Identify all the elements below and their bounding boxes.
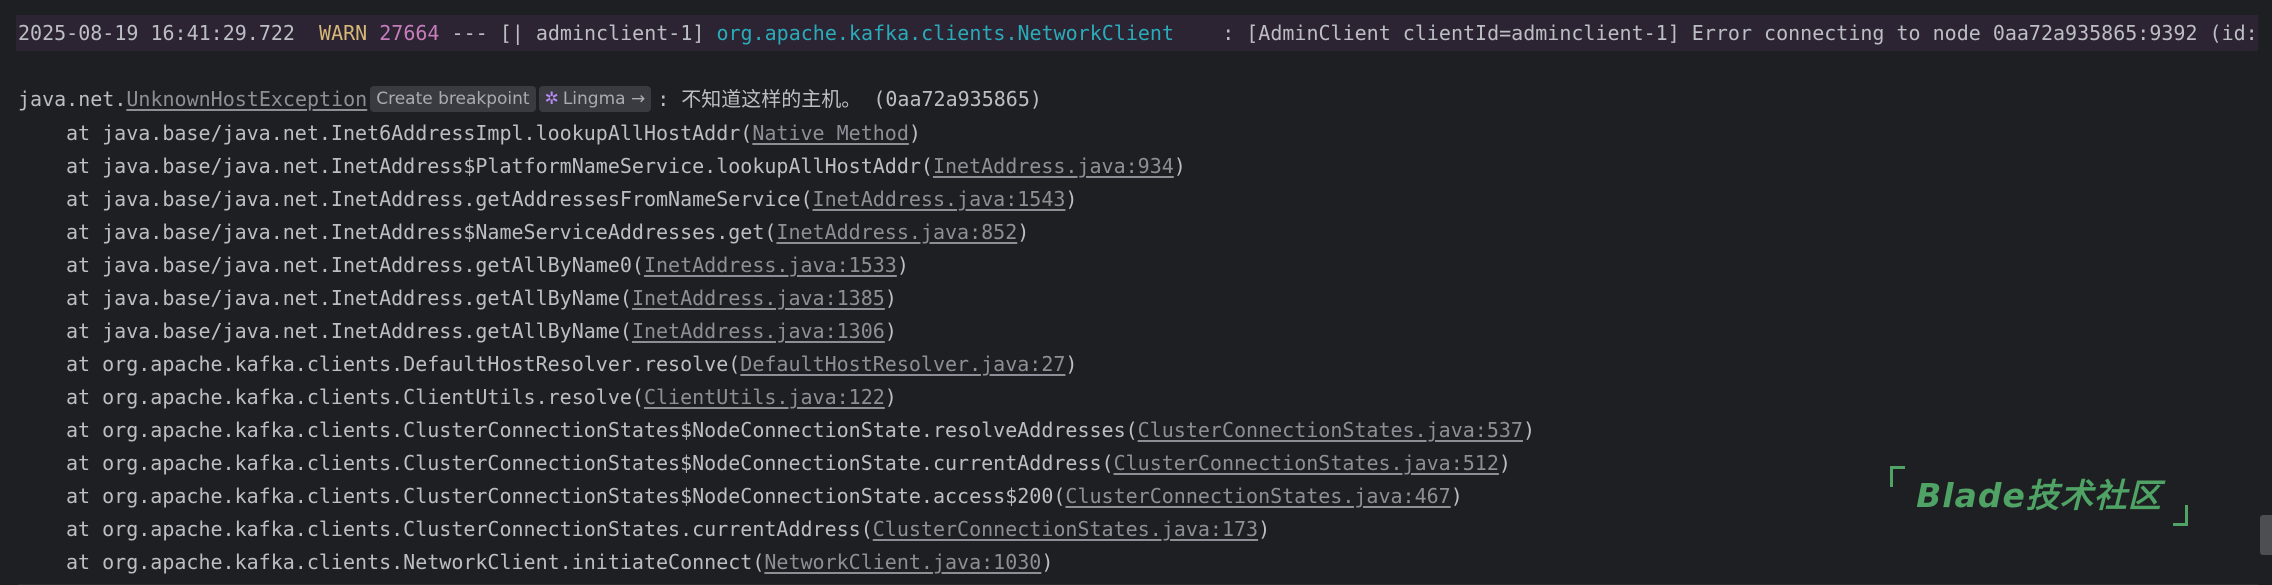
frame-text: at org.apache.kafka.clients.ClusterConne… <box>66 451 1114 475</box>
frame-text: at java.base/java.net.InetAddress.getAll… <box>66 286 632 310</box>
frame-close: ) <box>1450 484 1463 508</box>
exception-package: java.net. <box>18 87 127 111</box>
lingma-button[interactable]: ✲ Lingma → <box>538 85 652 112</box>
frame-close: ) <box>1065 352 1078 376</box>
bracket-bottom-right <box>2173 505 2188 526</box>
frame-text: at org.apache.kafka.clients.NetworkClien… <box>66 550 765 574</box>
frame-source-link[interactable]: InetAddress.java:1306 <box>632 319 885 343</box>
frame-close: ) <box>1017 220 1030 244</box>
frame-close: ) <box>896 253 909 277</box>
stack-frame: at org.apache.kafka.clients.ClusterConne… <box>66 414 1535 447</box>
log-logger: org.apache.kafka.clients.NetworkClient <box>716 21 1175 45</box>
log-level: WARN <box>319 21 368 45</box>
frame-close: ) <box>1258 517 1271 541</box>
sparkle-icon: ✲ <box>544 88 559 109</box>
stack-frame: at java.base/java.net.InetAddress$NameSe… <box>66 216 1535 249</box>
frame-close: ) <box>1041 550 1054 574</box>
frame-source-link[interactable]: ClusterConnectionStates.java:537 <box>1138 418 1523 442</box>
watermark-text: Blade技术社区 <box>1916 476 2162 515</box>
frame-close: ) <box>908 121 921 145</box>
frame-source-link[interactable]: Native Method <box>752 121 909 145</box>
frame-source-link[interactable]: InetAddress.java:934 <box>933 154 1174 178</box>
bracket-top-left <box>1890 466 1905 487</box>
console-output: 2025-08-19 16:41:29.722 WARN 27664 --- [… <box>0 0 2272 585</box>
log-timestamp: 2025-08-19 16:41:29.722 <box>18 21 295 45</box>
frame-text: at java.base/java.net.InetAddress$Platfo… <box>66 154 933 178</box>
frame-source-link[interactable]: DefaultHostResolver.java:27 <box>740 352 1065 376</box>
frame-source-link[interactable]: InetAddress.java:1543 <box>813 187 1066 211</box>
frame-source-link[interactable]: ClientUtils.java:122 <box>644 385 885 409</box>
stack-frame: at org.apache.kafka.clients.ClusterConne… <box>66 447 1535 480</box>
frame-close: ) <box>884 385 897 409</box>
stack-trace: at java.base/java.net.Inet6AddressImpl.l… <box>66 117 1535 579</box>
frame-source-link[interactable]: InetAddress.java:1533 <box>644 253 897 277</box>
stack-frame: at org.apache.kafka.clients.NetworkClien… <box>66 546 1535 579</box>
frame-text: at org.apache.kafka.clients.ClusterConne… <box>66 517 873 541</box>
frame-close: ) <box>1498 451 1511 475</box>
frame-text: at java.base/java.net.InetAddress$NameSe… <box>66 220 777 244</box>
warn-log-line: 2025-08-19 16:41:29.722 WARN 27664 --- [… <box>16 15 2258 51</box>
frame-close: ) <box>884 319 897 343</box>
create-breakpoint-button[interactable]: Create breakpoint <box>370 85 536 112</box>
frame-source-link[interactable]: ClusterConnectionStates.java:467 <box>1065 484 1450 508</box>
log-pid: 27664 <box>379 21 440 45</box>
frame-source-link[interactable]: NetworkClient.java:1030 <box>764 550 1041 574</box>
log-separator: --- <box>451 21 488 45</box>
exception-message: : 不知道这样的主机。 (0aa72a935865) <box>657 87 1042 111</box>
exception-line: java.net.UnknownHostException Create brea… <box>18 84 1042 114</box>
frame-source-link[interactable]: ClusterConnectionStates.java:173 <box>873 517 1258 541</box>
exception-class-link[interactable]: UnknownHostException <box>126 87 367 111</box>
stack-frame: at org.apache.kafka.clients.ClusterConne… <box>66 480 1535 513</box>
lingma-label: Lingma → <box>562 88 646 109</box>
stack-frame: at java.base/java.net.Inet6AddressImpl.l… <box>66 117 1535 150</box>
frame-text: at org.apache.kafka.clients.ClientUtils.… <box>66 385 644 409</box>
stack-frame: at java.base/java.net.InetAddress.getAll… <box>66 282 1535 315</box>
vertical-scrollbar-thumb[interactable] <box>2260 515 2272 555</box>
frame-text: at java.base/java.net.InetAddress.getAdd… <box>66 187 813 211</box>
frame-text: at org.apache.kafka.clients.DefaultHostR… <box>66 352 741 376</box>
frame-text: at org.apache.kafka.clients.ClusterConne… <box>66 484 1066 508</box>
stack-frame: at java.base/java.net.InetAddress.getAdd… <box>66 183 1535 216</box>
stack-frame: at org.apache.kafka.clients.ClientUtils.… <box>66 381 1535 414</box>
frame-source-link[interactable]: InetAddress.java:1385 <box>632 286 885 310</box>
stack-frame: at java.base/java.net.InetAddress.getAll… <box>66 315 1535 348</box>
frame-close: ) <box>1065 187 1078 211</box>
frame-text: at java.base/java.net.Inet6AddressImpl.l… <box>66 121 753 145</box>
stack-frame: at org.apache.kafka.clients.ClusterConne… <box>66 513 1535 546</box>
frame-text: at java.base/java.net.InetAddress.getAll… <box>66 319 632 343</box>
frame-close: ) <box>884 286 897 310</box>
log-thread: [| adminclient-1] <box>499 21 705 45</box>
watermark-logo: Blade技术社区 <box>1890 462 2188 530</box>
frame-text: at org.apache.kafka.clients.ClusterConne… <box>66 418 1138 442</box>
stack-frame: at org.apache.kafka.clients.DefaultHostR… <box>66 348 1535 381</box>
frame-close: ) <box>1173 154 1186 178</box>
frame-source-link[interactable]: ClusterConnectionStates.java:512 <box>1114 451 1499 475</box>
log-message: : [AdminClient clientId=adminclient-1] E… <box>1222 21 2258 45</box>
frame-text: at java.base/java.net.InetAddress.getAll… <box>66 253 644 277</box>
stack-frame: at java.base/java.net.InetAddress$Platfo… <box>66 150 1535 183</box>
frame-close: ) <box>1522 418 1536 442</box>
stack-frame: at java.base/java.net.InetAddress.getAll… <box>66 249 1535 282</box>
frame-source-link[interactable]: InetAddress.java:852 <box>776 220 1017 244</box>
